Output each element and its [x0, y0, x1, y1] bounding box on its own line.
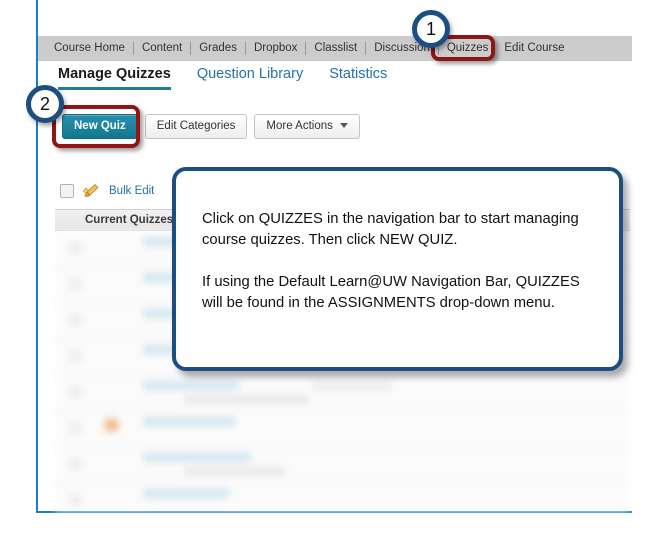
- nav-item-content[interactable]: Content: [134, 36, 190, 61]
- row-checkbox[interactable]: [69, 422, 81, 434]
- list-item[interactable]: [55, 483, 630, 511]
- nav-item-dropbox[interactable]: Dropbox: [246, 36, 305, 61]
- quiz-section-tabs[interactable]: Manage Quizzes Question Library Statisti…: [38, 61, 632, 95]
- row-checkbox[interactable]: [69, 278, 81, 290]
- row-checkbox[interactable]: [69, 458, 81, 470]
- row-meta: [185, 396, 309, 403]
- nav-item-grades[interactable]: Grades: [191, 36, 245, 61]
- nav-item-course-home[interactable]: Course Home: [46, 36, 133, 61]
- row-title[interactable]: [143, 489, 229, 498]
- list-item[interactable]: [55, 447, 630, 483]
- instruction-callout-text: Click on QUIZZES in the navigation bar t…: [202, 211, 580, 311]
- row-checkbox[interactable]: [69, 386, 81, 398]
- step-badge-1: 1: [412, 10, 450, 48]
- edit-categories-button[interactable]: Edit Categories: [144, 114, 248, 139]
- tab-question-library[interactable]: Question Library: [197, 61, 303, 82]
- tab-manage-quizzes[interactable]: Manage Quizzes: [58, 61, 171, 90]
- nav-item-edit-course[interactable]: Edit Course: [496, 36, 572, 61]
- row-status-icon: [105, 419, 118, 431]
- column-header-current-quizzes: Current Quizzes: [85, 214, 174, 226]
- row-title[interactable]: [143, 381, 239, 390]
- row-title[interactable]: [143, 417, 235, 426]
- tab-statistics[interactable]: Statistics: [329, 61, 387, 82]
- row-title[interactable]: [143, 453, 251, 462]
- select-all-checkbox[interactable]: [60, 183, 74, 198]
- chevron-down-icon: [339, 123, 348, 129]
- row-checkbox[interactable]: [69, 314, 81, 326]
- page-background: Course Home Content Grades Dropbox Class…: [0, 0, 671, 546]
- pencil-icon: [83, 183, 100, 198]
- bulk-edit-link[interactable]: Bulk Edit: [109, 185, 154, 197]
- row-checkbox[interactable]: [69, 242, 81, 254]
- bulk-edit-row: Bulk Edit: [60, 183, 154, 198]
- row-checkbox[interactable]: [69, 350, 81, 362]
- row-checkbox[interactable]: [69, 494, 81, 506]
- list-item[interactable]: [55, 375, 630, 411]
- nav-item-classlist[interactable]: Classlist: [306, 36, 365, 61]
- instruction-callout: Click on QUIZZES in the navigation bar t…: [172, 167, 623, 371]
- more-actions-label: More Actions: [266, 120, 333, 132]
- course-navigation-bar[interactable]: Course Home Content Grades Dropbox Class…: [38, 36, 632, 61]
- more-actions-button[interactable]: More Actions: [254, 114, 360, 139]
- highlight-ring-new-quiz: [52, 105, 140, 148]
- row-status: [313, 382, 391, 390]
- step-badge-2: 2: [26, 85, 64, 123]
- row-meta: [185, 468, 285, 475]
- list-item[interactable]: [55, 411, 630, 447]
